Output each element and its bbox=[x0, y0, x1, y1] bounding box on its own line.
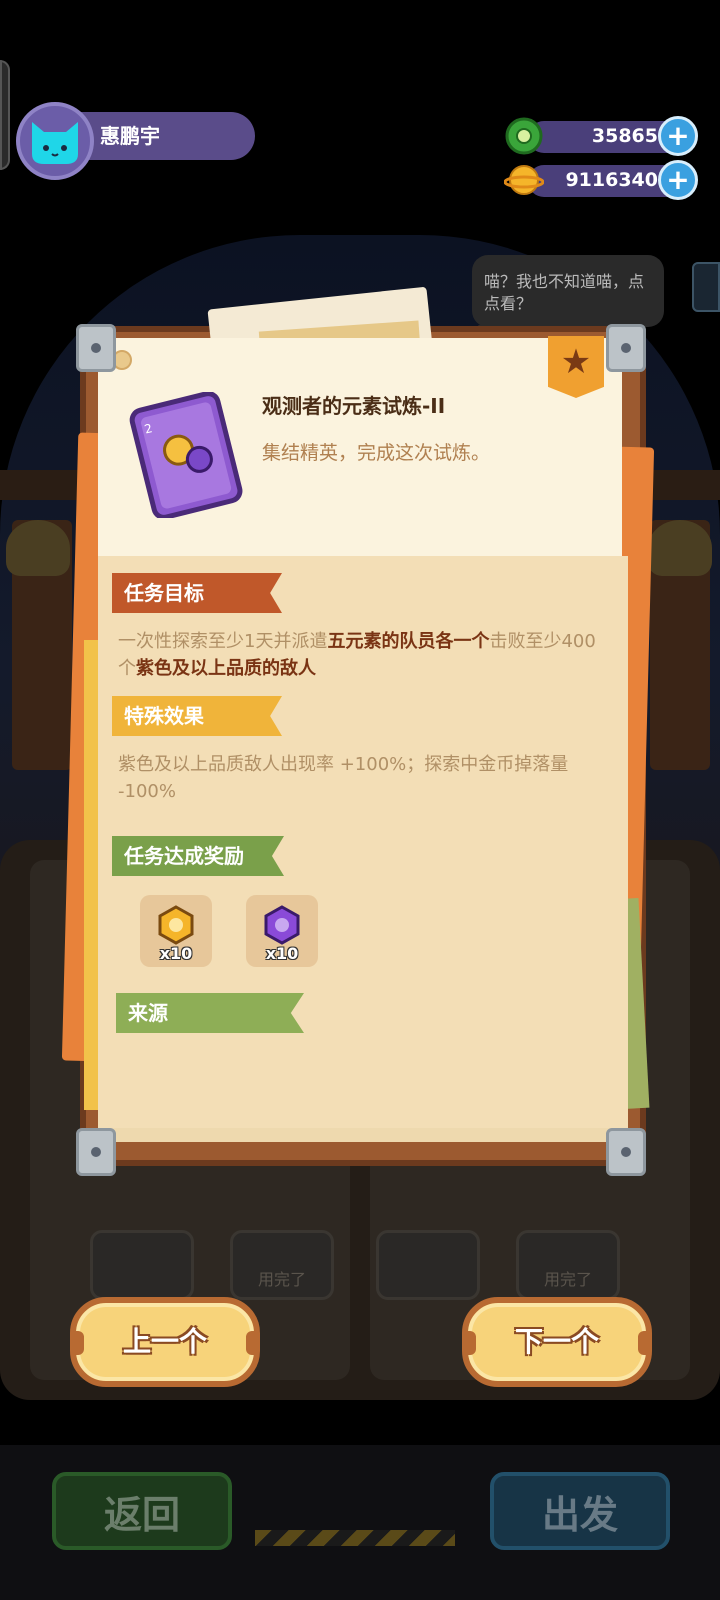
bell-icon bbox=[648, 520, 712, 576]
player-name-bar[interactable] bbox=[70, 112, 255, 160]
green-currency-value: 35865 bbox=[591, 125, 658, 147]
next-button[interactable]: 下一个 bbox=[462, 1297, 652, 1387]
reward-quantity: x10 bbox=[265, 944, 299, 963]
used-up-label: 用完了 bbox=[257, 1270, 306, 1289]
used-up-label: 用完了 bbox=[543, 1270, 592, 1289]
purple-coin-token-icon bbox=[264, 905, 300, 945]
hazard-stripe bbox=[255, 1530, 455, 1546]
quest-description: 集结精英，完成这次试炼。 bbox=[262, 442, 491, 464]
bell-icon bbox=[6, 520, 70, 576]
gold-currency-value: 9116340 bbox=[565, 169, 658, 191]
previous-button[interactable]: 上一个 bbox=[70, 1297, 260, 1387]
background-quest-card bbox=[90, 1230, 194, 1300]
quest-card-icon: 2 bbox=[129, 392, 243, 518]
npc-speech-bubble: 喵？我也不知道喵，点点看？ bbox=[472, 255, 664, 327]
green-donut-coin-icon bbox=[505, 117, 543, 155]
objective-highlight: 五元素的队员各一个 bbox=[327, 631, 490, 652]
objective-text: 一次性探索至少1天并派遣五元素的队员各一个击败至少400个紫色及以上品质的敌人 bbox=[118, 631, 596, 679]
source-heading: 来源 bbox=[116, 993, 304, 1033]
objective-heading: 任务目标 bbox=[112, 573, 282, 613]
background-quest-card bbox=[376, 1230, 480, 1300]
reward-heading: 任务达成奖励 bbox=[112, 836, 284, 876]
quest-star-badge: ★ bbox=[548, 336, 604, 398]
special-effect-text: 紫色及以上品质敌人出现率 +100%；探索中金币掉落量 -100% bbox=[118, 754, 569, 802]
gold-coin-token-icon bbox=[158, 905, 194, 945]
corner-bracket bbox=[606, 324, 646, 372]
player-name: 惠鹏宇 bbox=[100, 124, 160, 148]
objective-highlight: 紫色及以上品质的敌人 bbox=[136, 658, 316, 679]
reward-item[interactable]: x10 bbox=[246, 895, 318, 967]
cat-avatar-icon bbox=[32, 122, 78, 164]
corner-bracket bbox=[76, 1128, 116, 1176]
side-clip[interactable] bbox=[692, 262, 720, 312]
quest-card-edge bbox=[98, 1128, 628, 1142]
depart-button: 出发 bbox=[490, 1472, 670, 1550]
star-icon: ★ bbox=[560, 342, 592, 382]
reward-item[interactable]: x10 bbox=[140, 895, 212, 967]
add-green-currency-button[interactable]: + bbox=[658, 116, 698, 156]
add-gold-currency-button[interactable]: + bbox=[658, 160, 698, 200]
quest-title: 观测者的元素试炼-II bbox=[262, 394, 446, 418]
back-button: 返回 bbox=[52, 1472, 232, 1550]
reward-quantity: x10 bbox=[159, 944, 193, 963]
gold-planet-coin-icon bbox=[504, 165, 544, 195]
corner-bracket bbox=[76, 324, 116, 372]
previous-button-label: 上一个 bbox=[122, 1325, 207, 1358]
special-effect-heading: 特殊效果 bbox=[112, 696, 282, 736]
next-button-label: 下一个 bbox=[514, 1325, 599, 1358]
side-tab[interactable] bbox=[0, 60, 10, 170]
corner-bracket bbox=[606, 1128, 646, 1176]
